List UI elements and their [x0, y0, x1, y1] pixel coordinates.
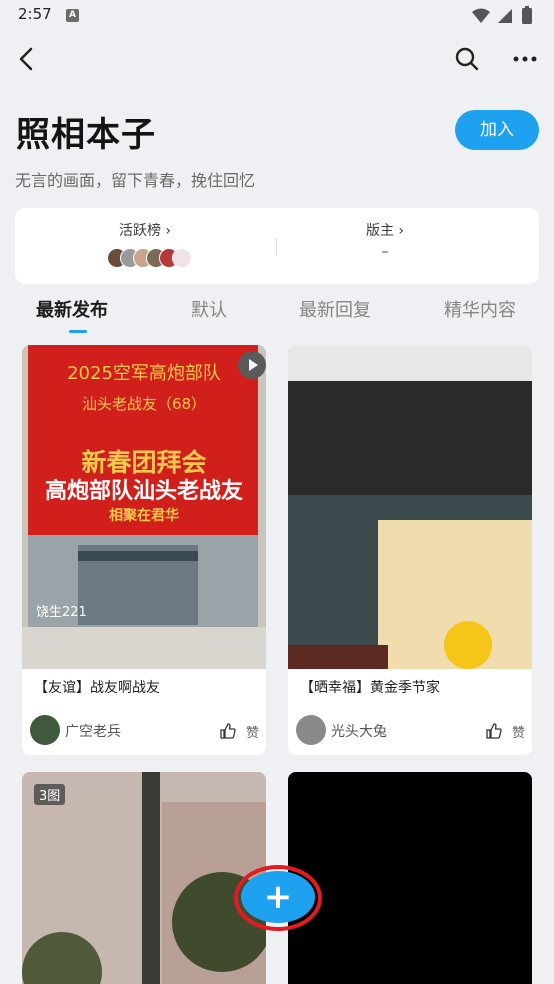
post-card[interactable]: 2025空军高炮部队 汕头老战友（68） 新春团拜会 高炮部队汕头老战友 相聚在… — [22, 345, 266, 755]
thumbs-up-icon[interactable] — [220, 723, 236, 739]
video-play-badge — [238, 351, 266, 379]
tab-featured[interactable]: 精华内容 — [444, 296, 516, 322]
search-button[interactable] — [452, 44, 482, 74]
wifi-icon — [472, 8, 490, 23]
video-caption-line4: 高炮部队汕头老战友 — [44, 479, 243, 504]
tab-latest-reply[interactable]: 最新回复 — [299, 296, 371, 322]
post-title[interactable]: 【晒幸福】黄金季节家 — [300, 677, 440, 697]
status-time: 2:57 — [18, 5, 52, 23]
back-arrow-icon — [19, 47, 33, 71]
keyboard-photo — [288, 345, 532, 669]
status-bar: 2:57 A — [0, 0, 554, 32]
active-users-avatars[interactable] — [107, 248, 207, 270]
video-caption-line2: 汕头老战友（68） — [81, 395, 207, 413]
like-label[interactable]: 赞 — [512, 722, 525, 741]
moderator-link[interactable]: 版主 › — [340, 220, 430, 240]
play-icon — [249, 359, 258, 371]
avatar[interactable] — [30, 715, 60, 745]
post-author[interactable]: 光头大兔 — [331, 721, 387, 741]
image-count-badge: 3图 — [34, 784, 66, 805]
post-card[interactable] — [288, 772, 532, 984]
new-post-button[interactable]: + — [241, 871, 315, 923]
post-card[interactable]: 【晒幸福】黄金季节家 光头大兔 赞 — [288, 345, 532, 755]
status-icons — [472, 6, 532, 24]
more-dots-icon — [513, 56, 537, 62]
divider — [276, 238, 277, 256]
active-rank-link[interactable]: 活跃榜 › — [100, 220, 190, 240]
forum-title: 照相本子 — [16, 115, 156, 155]
forum-description: 无言的画面，留下青春，挽住回忆 — [15, 171, 256, 190]
join-button[interactable]: 加入 — [455, 110, 539, 150]
tab-default[interactable]: 默认 — [191, 296, 227, 322]
avatar — [172, 248, 192, 268]
video-watermark: 饶生221 — [36, 605, 87, 620]
notification-a-icon: A — [66, 9, 79, 22]
post-image[interactable] — [288, 345, 532, 669]
video-caption-line5: 相聚在君华 — [109, 508, 179, 524]
more-button[interactable] — [510, 44, 540, 74]
thumbs-up-icon[interactable] — [486, 723, 502, 739]
video-caption-line1: 2025空军高炮部队 — [67, 363, 221, 384]
post-video-thumbnail[interactable]: 2025空军高炮部队 汕头老战友（68） 新春团拜会 高炮部队汕头老战友 相聚在… — [22, 345, 266, 669]
signal-icon — [498, 9, 512, 23]
like-label[interactable]: 赞 — [246, 722, 259, 741]
tab-indicator — [69, 330, 87, 333]
stats-card — [15, 208, 539, 284]
search-icon — [455, 47, 479, 71]
avatar[interactable] — [296, 715, 326, 745]
battery-icon — [522, 8, 532, 24]
moderator-value: – — [381, 244, 389, 260]
post-title[interactable]: 【友谊】战友啊战友 — [34, 677, 160, 697]
back-button[interactable] — [12, 44, 42, 74]
post-image[interactable] — [288, 772, 532, 984]
post-author[interactable]: 广空老兵 — [65, 721, 121, 741]
tab-latest[interactable]: 最新发布 — [36, 296, 108, 322]
